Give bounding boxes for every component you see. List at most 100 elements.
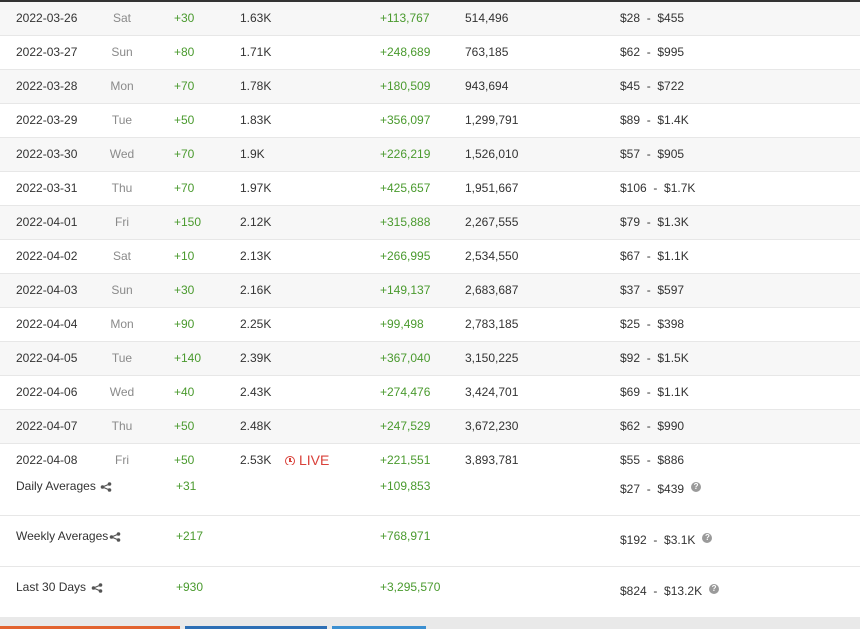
summary-views: +109,853 (380, 479, 431, 493)
earnings-range-cell: $79 - $1.3K (620, 215, 689, 229)
subscriber-total-cell: 2.39K (240, 351, 272, 365)
subscriber-total-cell: 1.63K (240, 11, 272, 25)
views-total-cell: 3,150,225 (465, 351, 519, 365)
summary-daily-averages: Daily Averages +31 +109,853 $27 - $439? (0, 465, 860, 516)
subscriber-change-cell: +50 (174, 419, 195, 433)
date-cell: 2022-03-29 (16, 113, 78, 127)
subscriber-total-cell: 1.83K (240, 113, 272, 127)
table-row: 2022-03-28 Mon +70 1.78K +180,509 943,694 $45 … (0, 70, 860, 104)
views-total-cell: 1,299,791 (465, 113, 519, 127)
views-change-cell: +247,529 (380, 419, 431, 433)
summary-earnings: $27 - $439? (620, 482, 702, 496)
date-cell: 2022-03-28 (16, 79, 78, 93)
table-row: 2022-03-29 Tue +50 1.83K +356,097 1,299,791 $8… (0, 104, 860, 138)
date-cell: 2022-03-26 (16, 11, 78, 25)
weekday-cell: Wed (109, 385, 135, 399)
daily-stats-table: 2022-03-26 Sat +30 1.63K +113,767 514,496 $28 … (0, 2, 860, 478)
earnings-range-cell: $62 - $995 (620, 45, 685, 59)
subscriber-change-cell: +30 (174, 11, 195, 25)
earnings-range-cell: $45 - $722 (620, 79, 685, 93)
views-total-cell: 1,526,010 (465, 147, 519, 161)
views-total-cell: 2,534,550 (465, 249, 519, 263)
subscriber-change-cell: +10 (174, 249, 195, 263)
views-total-cell: 2,783,185 (465, 317, 519, 331)
views-change-cell: +266,995 (380, 249, 431, 263)
weekday-cell: Tue (111, 113, 133, 127)
summary-earnings: $192 - $3.1K? (620, 533, 713, 547)
subscriber-change-cell: +80 (174, 45, 195, 59)
subscriber-total-cell: 2.13K (240, 249, 272, 263)
views-total-cell: 1,951,667 (465, 181, 519, 195)
views-change-cell: +356,097 (380, 113, 431, 127)
subscriber-change-cell: +50 (174, 113, 195, 127)
date-cell: 2022-04-03 (16, 283, 78, 297)
help-icon[interactable]: ? (709, 584, 720, 594)
views-change-cell: +425,657 (380, 181, 431, 195)
table-row: 2022-04-02 Sat +10 2.13K +266,995 2,534,550 $6… (0, 240, 860, 274)
subscriber-change-cell: +40 (174, 385, 195, 399)
subscriber-change-cell: +150 (174, 215, 202, 229)
weekday-cell: Tue (111, 351, 133, 365)
subscriber-total-cell: 1.78K (240, 79, 272, 93)
subscriber-change-cell: +70 (174, 181, 195, 195)
views-change-cell: +226,219 (380, 147, 431, 161)
summary-weekly-averages: Weekly Averages +217 +768,971 $192 - $3.… (0, 516, 860, 567)
subscriber-total-cell: 1.97K (240, 181, 272, 195)
earnings-range-cell: $69 - $1.1K (620, 385, 689, 399)
views-change-cell: +99,498 (380, 317, 424, 331)
views-total-cell: 943,694 (465, 79, 509, 93)
views-total-cell: 2,267,555 (465, 215, 519, 229)
weekday-cell: Sat (112, 11, 131, 25)
earnings-range-cell: $67 - $1.1K (620, 249, 689, 263)
views-change-cell: +367,040 (380, 351, 431, 365)
date-cell: 2022-03-27 (16, 45, 78, 59)
weekday-cell: Sat (112, 249, 131, 263)
table-row: 2022-04-04 Mon +90 2.25K +99,498 2,783,185 $25… (0, 308, 860, 342)
summary-label: Weekly Averages (16, 529, 109, 543)
weekday-cell: Thu (111, 419, 133, 433)
weekday-cell: Sun (111, 283, 133, 297)
weekday-cell: Wed (109, 147, 135, 161)
date-cell: 2022-04-02 (16, 249, 78, 263)
subscriber-change-cell: +70 (174, 79, 195, 93)
date-cell: 2022-04-05 (16, 351, 78, 365)
earnings-range-cell: $57 - $905 (620, 147, 685, 161)
table-row: 2022-03-27 Sun +80 1.71K +248,689 763,185 $62 … (0, 36, 860, 70)
table-row: 2022-04-03 Sun +30 2.16K +149,137 2,683,687 $3… (0, 274, 860, 308)
views-total-cell: 514,496 (465, 11, 509, 25)
weekday-cell: Mon (110, 317, 134, 331)
views-total-cell: 3,424,701 (465, 385, 519, 399)
date-cell: 2022-04-04 (16, 317, 78, 331)
weekday-cell: Mon (110, 79, 134, 93)
table-row: 2022-04-07 Thu +50 2.48K +247,529 3,672,230 $6… (0, 410, 860, 444)
date-cell: 2022-03-30 (16, 147, 78, 161)
table-row: 2022-03-30 Wed +70 1.9K +226,219 1,526,010 $57… (0, 138, 860, 172)
summary-label: Last 30 Days (16, 580, 87, 594)
subscriber-total-cell: 2.48K (240, 419, 272, 433)
views-total-cell: 2,683,687 (465, 283, 519, 297)
date-cell: 2022-04-06 (16, 385, 78, 399)
earnings-range-cell: $37 - $597 (620, 283, 685, 297)
earnings-range-cell: $62 - $990 (620, 419, 685, 433)
subscriber-change-cell: +140 (174, 351, 202, 365)
weekday-cell: Sun (111, 45, 133, 59)
subscriber-total-cell: 2.25K (240, 317, 272, 331)
subscriber-change-cell: +90 (174, 317, 195, 331)
summary-label: Daily Averages (16, 479, 96, 493)
views-change-cell: +113,767 (380, 11, 430, 25)
share-icon[interactable] (91, 583, 103, 593)
help-icon[interactable]: ? (702, 533, 713, 543)
summary-views: +3,295,570 (380, 580, 441, 594)
earnings-range-cell: $106 - $1.7K (620, 181, 696, 195)
share-icon[interactable] (100, 482, 112, 492)
views-change-cell: +248,689 (380, 45, 431, 59)
help-icon[interactable]: ? (691, 482, 702, 492)
earnings-range-cell: $89 - $1.4K (620, 113, 689, 127)
earnings-range-cell: $28 - $455 (620, 11, 685, 25)
share-icon[interactable] (109, 532, 121, 542)
views-change-cell: +274,476 (380, 385, 431, 399)
summary-views: +768,971 (380, 529, 431, 543)
date-cell: 2022-04-01 (16, 215, 78, 229)
subscriber-total-cell: 2.16K (240, 283, 272, 297)
subscriber-total-cell: 2.12K (240, 215, 272, 229)
